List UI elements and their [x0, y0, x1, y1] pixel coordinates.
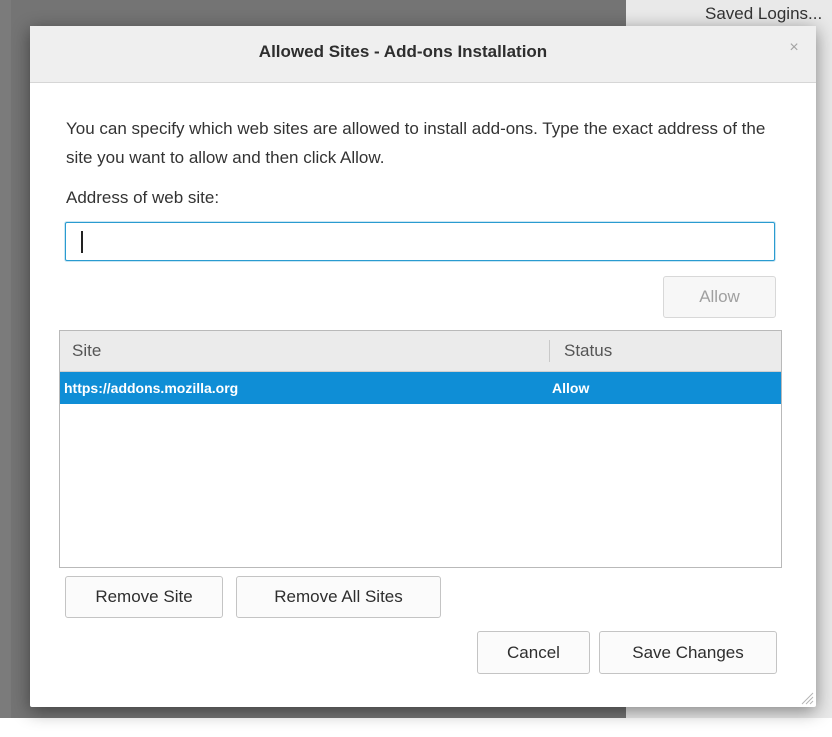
table-row[interactable]: https://addons.mozilla.org Allow: [60, 372, 781, 404]
column-divider[interactable]: [549, 340, 550, 362]
allow-button[interactable]: Allow: [663, 276, 776, 318]
table-header: Site Status: [60, 331, 781, 372]
saved-logins-button[interactable]: Saved Logins...: [705, 4, 822, 24]
column-header-site[interactable]: Site: [72, 341, 101, 361]
dialog-description: You can specify which web sites are allo…: [66, 119, 766, 167]
remove-all-sites-button[interactable]: Remove All Sites: [236, 576, 441, 618]
allowed-sites-dialog: Allowed Sites - Add-ons Installation × Y…: [30, 26, 816, 707]
resize-grip-icon[interactable]: [800, 691, 814, 705]
column-header-status[interactable]: Status: [564, 341, 612, 361]
row-status: Allow: [552, 380, 590, 396]
address-label: Address of web site:: [66, 188, 220, 207]
save-changes-button[interactable]: Save Changes: [599, 631, 777, 674]
sites-table[interactable]: Site Status https://addons.mozilla.org A…: [59, 330, 782, 568]
address-input[interactable]: [65, 222, 775, 261]
background-footer: [0, 718, 832, 737]
close-icon[interactable]: ×: [786, 40, 802, 56]
cancel-button[interactable]: Cancel: [477, 631, 590, 674]
remove-site-button[interactable]: Remove Site: [65, 576, 223, 618]
text-caret: [81, 231, 83, 253]
row-site: https://addons.mozilla.org: [64, 380, 239, 396]
backdrop-strip: [0, 0, 11, 737]
dialog-titlebar: Allowed Sites - Add-ons Installation ×: [30, 26, 816, 83]
dialog-title: Allowed Sites - Add-ons Installation: [258, 42, 548, 61]
